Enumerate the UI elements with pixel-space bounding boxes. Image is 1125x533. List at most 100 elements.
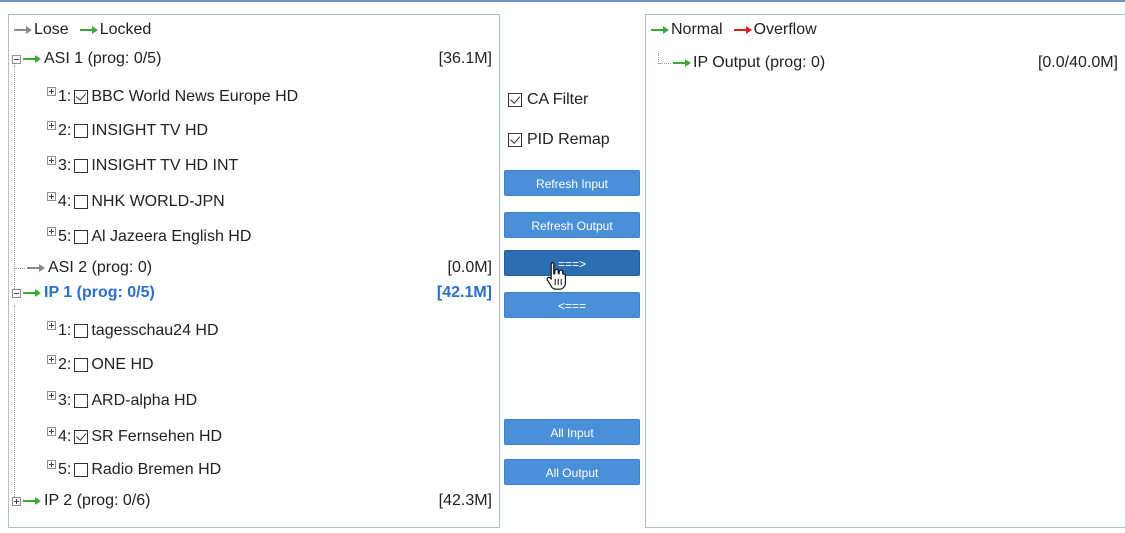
plus-icon[interactable] <box>47 226 56 236</box>
group-label: ASI 1 (prog: 0/5) <box>44 50 162 67</box>
program-checkbox[interactable] <box>74 124 89 138</box>
program-item[interactable]: 1: BBC World News Europe HD <box>47 85 487 109</box>
green-arrow-icon <box>22 53 42 65</box>
program-name: ARD-alpha HD <box>91 392 198 409</box>
program-checkbox[interactable] <box>74 430 89 444</box>
plus-icon[interactable] <box>47 155 56 165</box>
program-number: 5: <box>58 461 72 478</box>
minus-icon[interactable] <box>12 288 21 298</box>
plus-icon[interactable] <box>47 354 56 364</box>
plus-icon[interactable] <box>47 86 56 96</box>
legend-locked: Locked <box>79 21 152 39</box>
pid-remap-checkbox[interactable]: PID Remap <box>508 131 610 149</box>
program-name: INSIGHT TV HD INT <box>91 157 239 174</box>
green-arrow-icon <box>650 24 670 36</box>
program-item[interactable]: 5: Radio Bremen HD <box>47 458 487 482</box>
program-number: 4: <box>58 193 72 210</box>
plus-icon[interactable] <box>47 426 56 436</box>
program-item[interactable]: 2: INSIGHT TV HD <box>47 119 487 143</box>
program-checkbox[interactable] <box>74 195 89 209</box>
legend-lose: Lose <box>13 21 69 39</box>
refresh-input-button[interactable]: Refresh Input <box>504 170 640 196</box>
group-label: IP 2 (prog: 0/6) <box>44 492 151 509</box>
tree-connector <box>14 305 15 505</box>
legend-normal-label: Normal <box>671 21 723 38</box>
refresh-output-button[interactable]: Refresh Output <box>504 212 640 238</box>
group-rate: [0.0M] <box>447 259 492 276</box>
program-item[interactable]: 2: ONE HD <box>47 353 487 377</box>
program-name: tagesschau24 HD <box>91 322 219 339</box>
top-border <box>0 0 1125 2</box>
all-input-button[interactable]: All Input <box>504 419 640 445</box>
program-number: 1: <box>58 322 72 339</box>
plus-icon[interactable] <box>12 496 21 506</box>
program-checkbox[interactable] <box>74 463 89 477</box>
program-number: 5: <box>58 228 72 245</box>
minus-icon[interactable] <box>12 54 21 64</box>
program-checkbox[interactable] <box>74 394 89 408</box>
group-rate: [42.1M] <box>436 284 492 301</box>
program-checkbox[interactable] <box>74 159 89 173</box>
legend-overflow-label: Overflow <box>753 21 817 38</box>
plus-icon[interactable] <box>47 120 56 130</box>
green-arrow-icon <box>79 24 99 36</box>
tree-connector <box>659 62 671 64</box>
tree-group-asi-2[interactable]: ASI 2 (prog: 0) [0.0M] <box>9 256 499 280</box>
pid-remap-check[interactable] <box>508 133 522 147</box>
tree-group-ip-2[interactable]: IP 2 (prog: 0/6) [42.3M] <box>9 489 499 513</box>
group-rate: [36.1M] <box>438 50 492 67</box>
program-number: 1: <box>58 88 72 105</box>
hand-pointer-icon <box>545 260 569 292</box>
program-item[interactable]: 3: ARD-alpha HD <box>47 389 487 413</box>
program-name: ONE HD <box>91 356 154 373</box>
tree-group-asi-1[interactable]: ASI 1 (prog: 0/5) [36.1M] <box>9 47 499 71</box>
output-legend: Normal Overflow <box>650 20 829 40</box>
tree-group-ip-1[interactable]: IP 1 (prog: 0/5) [42.1M] <box>9 281 499 305</box>
green-arrow-icon <box>22 495 42 507</box>
program-name: SR Fernsehen HD <box>91 428 223 445</box>
program-item[interactable]: 4: NHK WORLD-JPN <box>47 190 487 214</box>
program-number: 4: <box>58 428 72 445</box>
plus-icon[interactable] <box>47 459 56 469</box>
group-label: ASI 2 (prog: 0) <box>48 259 153 276</box>
output-panel: Normal Overflow IP Output (prog: 0) [0.0… <box>645 14 1125 528</box>
group-rate: [42.3M] <box>438 492 492 509</box>
output-item-ip-output[interactable]: IP Output (prog: 0) [0.0/40.0M] <box>646 51 1125 75</box>
move-left-button[interactable]: <=== <box>504 292 640 318</box>
program-name: Radio Bremen HD <box>91 461 222 478</box>
input-panel: Lose Locked ASI 1 (prog: 0/5) [36.1M] 1:… <box>8 14 500 528</box>
program-name: BBC World News Europe HD <box>91 88 299 105</box>
move-right-button[interactable]: ===> <box>504 250 640 276</box>
program-number: 2: <box>58 122 72 139</box>
input-legend: Lose Locked <box>13 20 163 40</box>
legend-lose-label: Lose <box>34 21 69 38</box>
program-number: 3: <box>58 392 72 409</box>
legend-normal: Normal <box>650 21 723 39</box>
ca-filter-check[interactable] <box>508 93 522 107</box>
green-arrow-icon <box>22 287 42 299</box>
program-item[interactable]: 5: Al Jazeera English HD <box>47 225 487 249</box>
output-rate: [0.0/40.0M] <box>1037 54 1118 71</box>
red-arrow-icon <box>733 24 753 36</box>
program-name: Al Jazeera English HD <box>91 228 252 245</box>
green-arrow-icon <box>672 57 692 69</box>
program-checkbox[interactable] <box>74 230 89 244</box>
program-checkbox[interactable] <box>74 90 89 104</box>
program-item[interactable]: 4: SR Fernsehen HD <box>47 425 487 449</box>
group-label: IP 1 (prog: 0/5) <box>44 284 155 301</box>
plus-icon[interactable] <box>47 320 56 330</box>
program-item[interactable]: 1: tagesschau24 HD <box>47 319 487 343</box>
plus-icon[interactable] <box>47 390 56 400</box>
program-item[interactable]: 3: INSIGHT TV HD INT <box>47 154 487 178</box>
program-checkbox[interactable] <box>74 324 89 338</box>
program-number: 2: <box>58 356 72 373</box>
ca-filter-checkbox[interactable]: CA Filter <box>508 91 588 109</box>
program-checkbox[interactable] <box>74 358 89 372</box>
ca-filter-label: CA Filter <box>527 91 589 108</box>
gray-arrow-icon <box>13 24 33 36</box>
output-label: IP Output (prog: 0) <box>693 54 826 71</box>
legend-locked-label: Locked <box>99 21 152 38</box>
plus-icon[interactable] <box>47 191 56 201</box>
program-number: 3: <box>58 157 72 174</box>
all-output-button[interactable]: All Output <box>504 459 640 485</box>
